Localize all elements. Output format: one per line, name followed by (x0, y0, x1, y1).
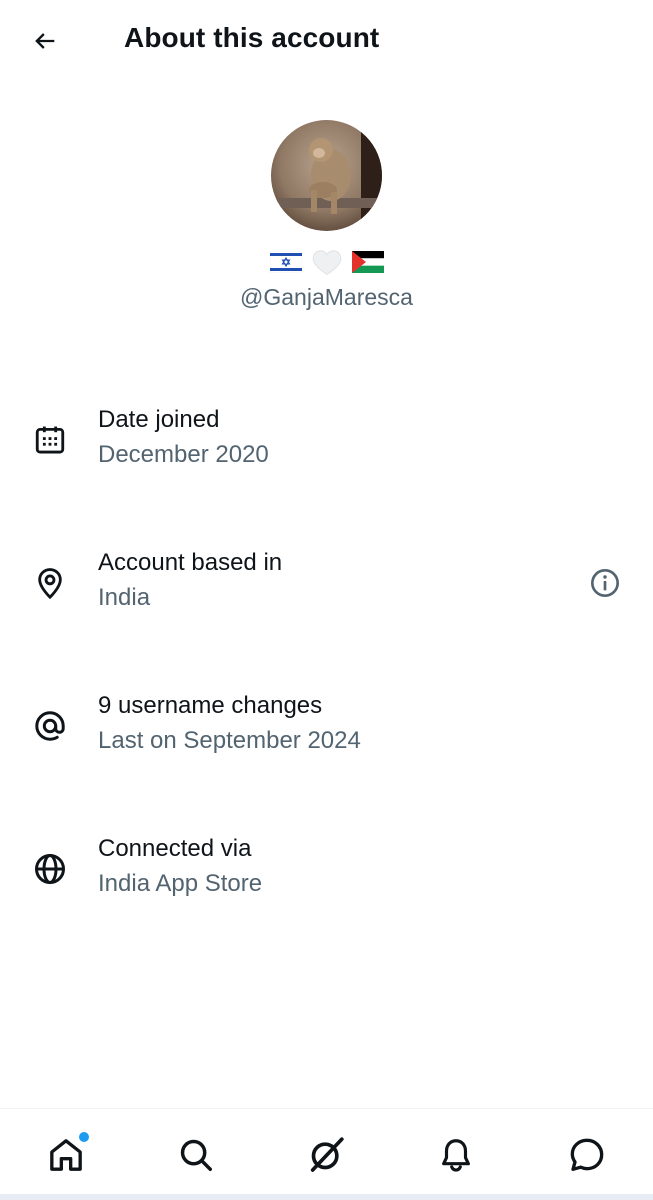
avatar[interactable] (271, 120, 382, 231)
notifications-icon (442, 1139, 470, 1172)
username-changes-label: 9 username changes (98, 692, 323, 719)
system-gesture-bar (0, 1194, 653, 1200)
back-button[interactable] (22, 18, 68, 64)
nav-home[interactable] (40, 1129, 92, 1181)
info-icon (591, 569, 619, 597)
messages-icon (570, 1138, 604, 1171)
arrow-left-icon (35, 33, 55, 49)
unread-indicator (79, 1132, 89, 1142)
bottom-navigation (0, 1108, 653, 1200)
nav-grok[interactable] (300, 1129, 352, 1181)
date-joined-label: Date joined (98, 406, 220, 433)
account-handle: @GanjaMaresca (240, 284, 413, 310)
username-changes-row: 9 username changes Last on September 202… (0, 690, 653, 770)
username-changes-value: Last on September 2024 (98, 727, 361, 754)
account-based-in-label: Account based in (98, 549, 283, 576)
account-location-row: Account based in India (0, 547, 653, 627)
top-app-bar: About this account (0, 0, 653, 80)
page-title: About this account (124, 22, 380, 53)
connected-via-label: Connected via (98, 835, 252, 862)
white-heart-icon (312, 250, 341, 276)
date-joined-row: Date joined December 2020 (0, 404, 653, 484)
calendar-icon (30, 420, 70, 460)
palestine-flag-icon (351, 251, 384, 273)
connected-via-row: Connected via India App Store (0, 833, 653, 913)
globe-icon (30, 849, 70, 889)
at-sign-icon (30, 706, 70, 746)
account-based-in-value: India (98, 584, 151, 611)
bio-emojis (0, 248, 653, 276)
connected-via-value: India App Store (98, 870, 263, 897)
location-pin-icon (30, 563, 70, 603)
grok-icon (310, 1137, 344, 1172)
nav-notifications[interactable] (430, 1129, 482, 1181)
israel-flag-icon (269, 251, 302, 273)
info-button[interactable] (587, 565, 623, 601)
date-joined-value: December 2020 (98, 441, 269, 468)
search-icon (180, 1139, 212, 1171)
nav-search[interactable] (170, 1129, 222, 1181)
nav-messages[interactable] (561, 1129, 613, 1181)
